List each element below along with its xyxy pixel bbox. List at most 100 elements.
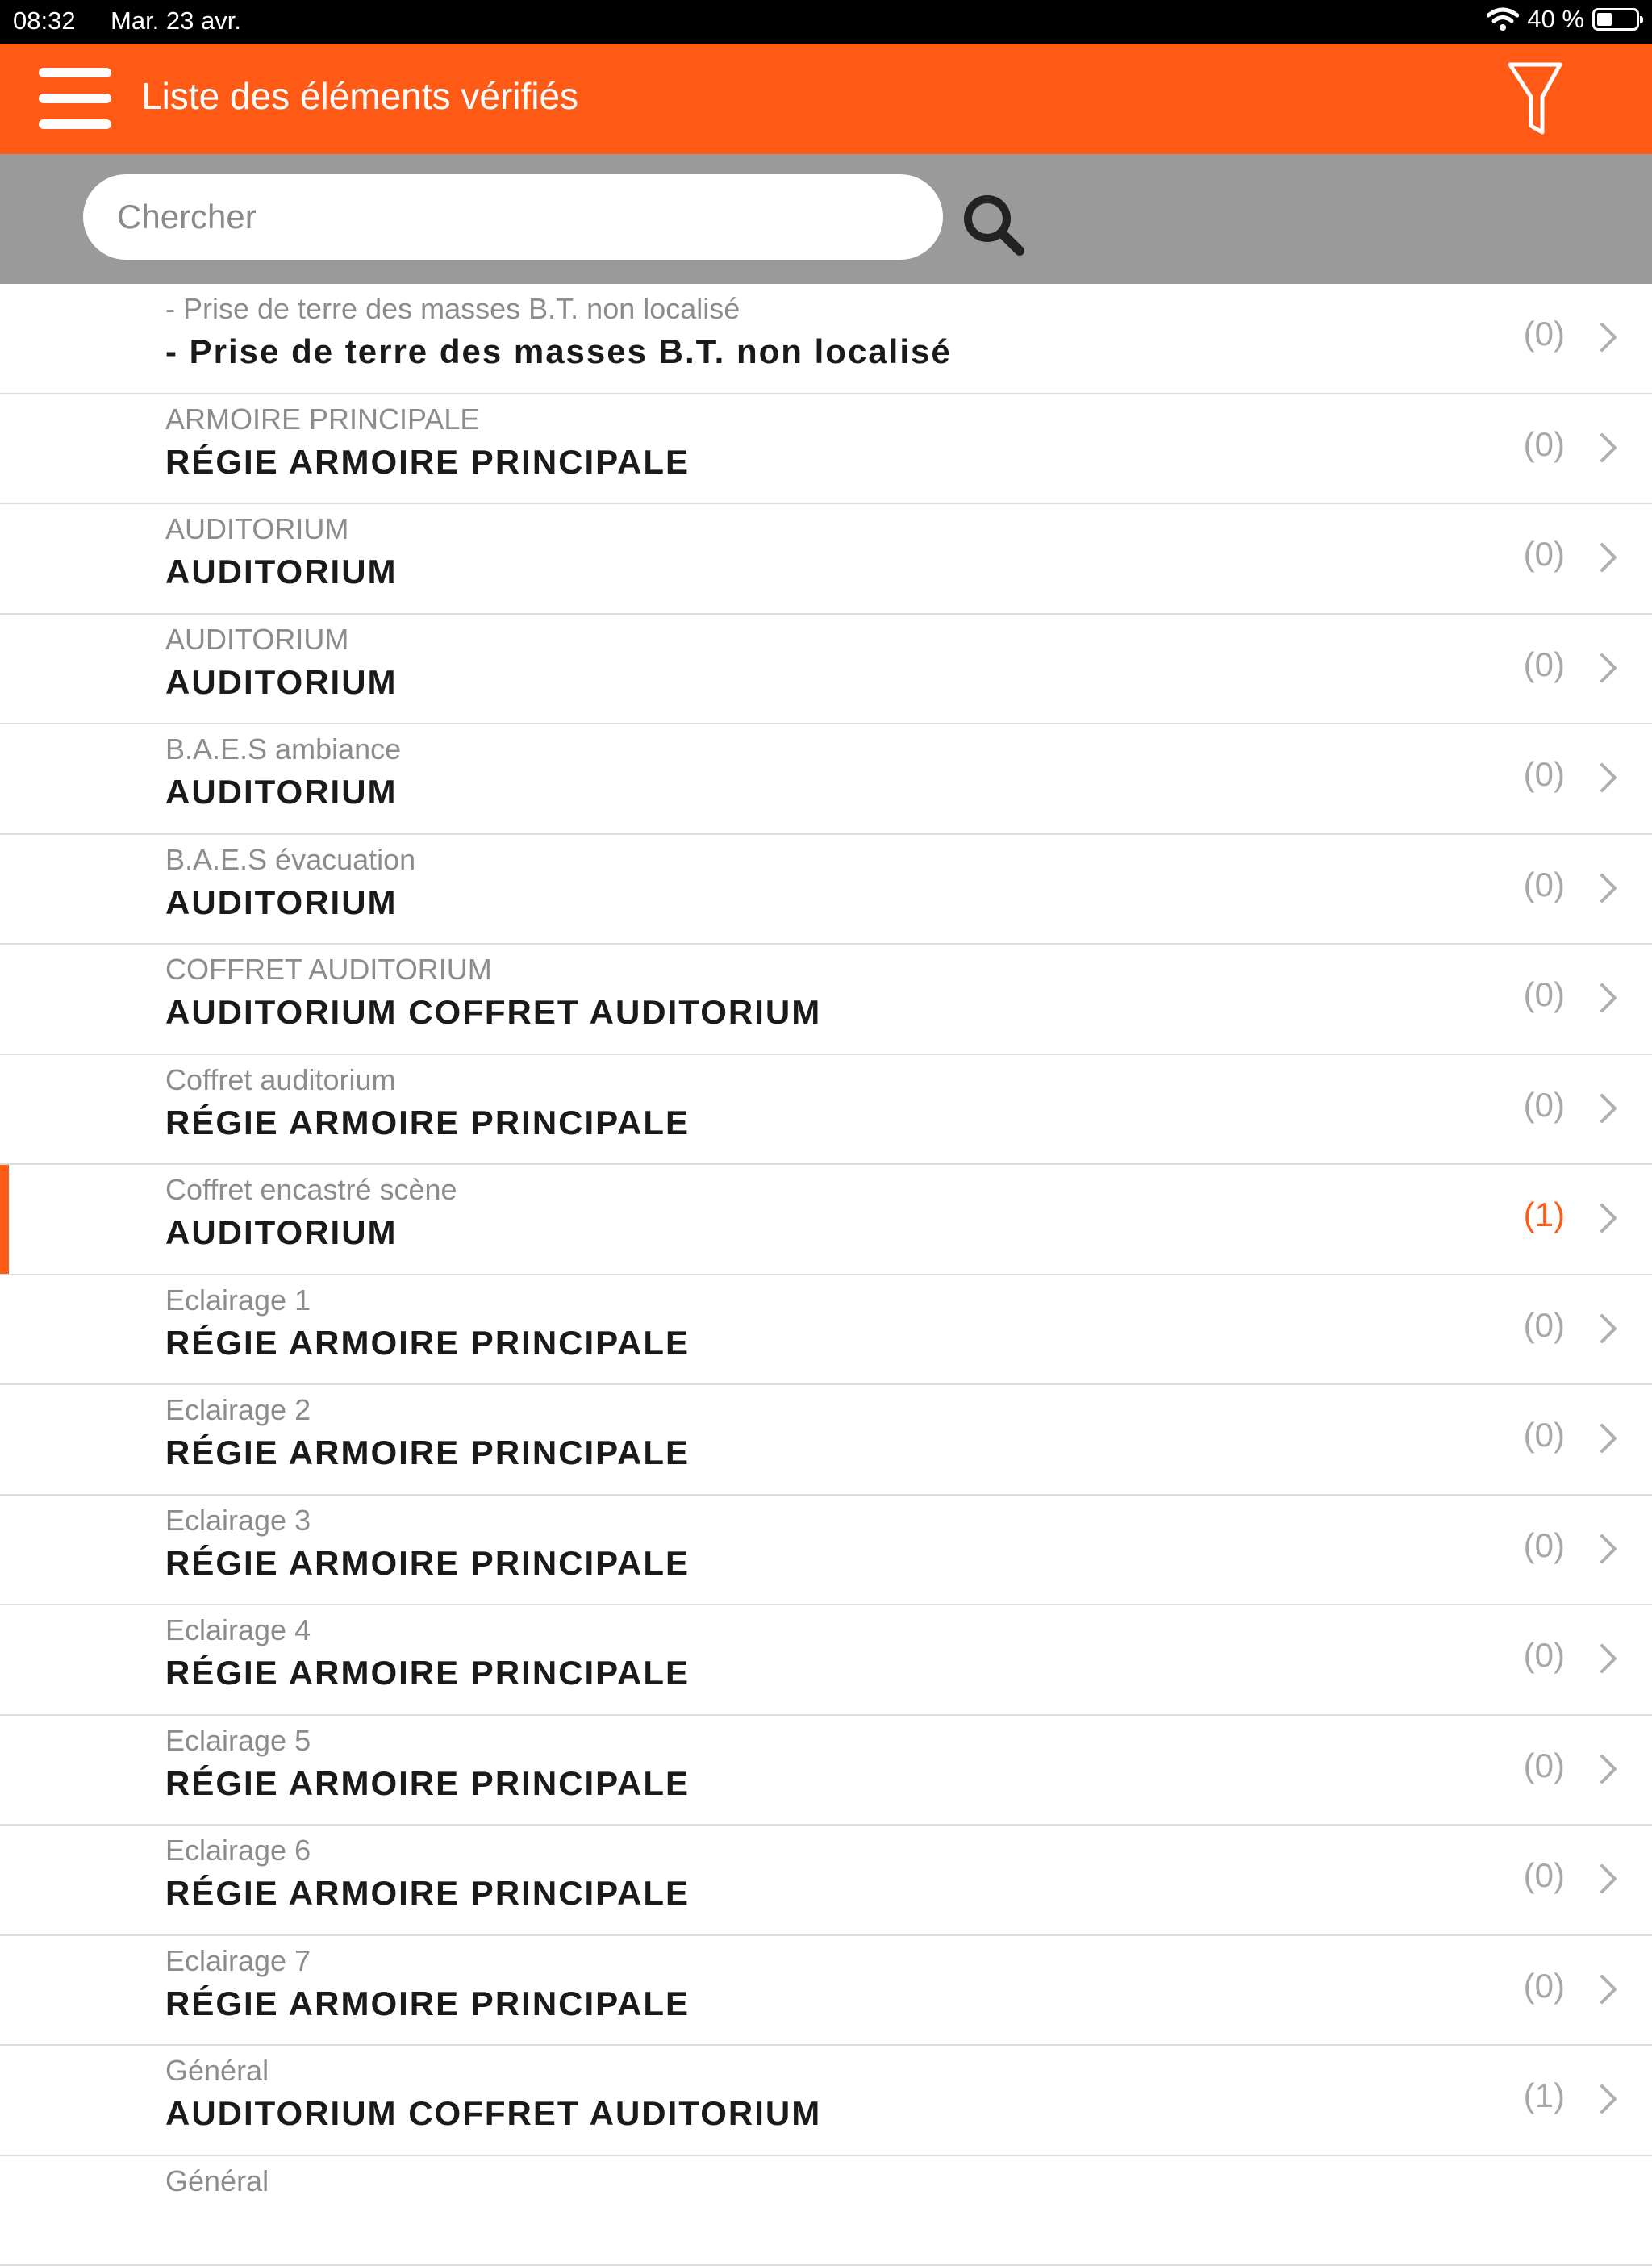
- list-item-title: AUDITORIUM COFFRET AUDITORIUM: [165, 993, 821, 1032]
- list-item-count: (1): [1524, 2076, 1565, 2115]
- list-item[interactable]: AUDITORIUMAUDITORIUM(0): [0, 615, 1652, 725]
- chevron-right-icon: [1597, 430, 1621, 465]
- status-right-group: 40 %: [1487, 5, 1639, 34]
- list-item-title: AUDITORIUM: [165, 1213, 398, 1252]
- list-item-title: RÉGIE ARMOIRE PRINCIPALE: [165, 1433, 690, 1472]
- battery-percent: 40 %: [1527, 5, 1584, 34]
- list-item-count: (0): [1524, 1526, 1565, 1565]
- list-item-count: (0): [1524, 1636, 1565, 1675]
- list-item-subtitle: Eclairage 4: [165, 1613, 311, 1647]
- list-item-subtitle: Eclairage 2: [165, 1393, 311, 1427]
- list-item-count: (0): [1524, 1746, 1565, 1785]
- list-item[interactable]: Général AUDITORIUM COFFRET AUDITORIUM (1): [0, 2046, 1652, 2156]
- search-bar: [0, 154, 1652, 284]
- list-item-title: RÉGIE ARMOIRE PRINCIPALE: [165, 1874, 690, 1913]
- list-item-count: (0): [1524, 1416, 1565, 1454]
- chevron-right-icon: [1597, 1091, 1621, 1126]
- chevron-right-icon: [1597, 2081, 1621, 2117]
- list-item-subtitle: AUDITORIUM: [165, 623, 348, 657]
- list-item-title: AUDITORIUM COFFRET AUDITORIUM: [165, 2094, 821, 2133]
- page-title: Liste des éléments vérifiés: [141, 74, 578, 118]
- status-bar: 08:32 Mar. 23 avr. 40 %: [0, 0, 1652, 44]
- list-item-count: (0): [1524, 1856, 1565, 1895]
- battery-icon: [1592, 8, 1639, 31]
- list-item-count: (0): [1524, 1306, 1565, 1345]
- chevron-right-icon: [1597, 1972, 1621, 2007]
- list-item-count: (0): [1524, 315, 1565, 353]
- list-item-count: (0): [1524, 1967, 1565, 2005]
- list-item[interactable]: ARMOIRE PRINCIPALERÉGIE ARMOIRE PRINCIPA…: [0, 394, 1652, 505]
- list-item-subtitle: Eclairage 3: [165, 1504, 311, 1538]
- status-date: Mar. 23 avr.: [111, 6, 241, 35]
- status-time: 08:32: [13, 6, 76, 35]
- list-item-subtitle: - Prise de terre des masses B.T. non loc…: [165, 292, 740, 326]
- wifi-icon: [1487, 7, 1519, 31]
- list-item[interactable]: - Prise de terre des masses B.T. non loc…: [0, 284, 1652, 394]
- battery-level: [1597, 13, 1612, 26]
- verified-items-list: - Prise de terre des masses B.T. non loc…: [0, 284, 1652, 2266]
- filter-icon[interactable]: [1507, 60, 1563, 140]
- chevron-right-icon: [1597, 319, 1621, 355]
- list-item[interactable]: Eclairage 5 RÉGIE ARMOIRE PRINCIPALE (0): [0, 1716, 1652, 1826]
- list-item-title: - Prise de terre des masses B.T. non loc…: [165, 332, 952, 371]
- chevron-right-icon: [1597, 1200, 1621, 1236]
- chevron-right-icon: [1597, 1531, 1621, 1567]
- search-icon[interactable]: [962, 193, 1028, 259]
- list-item-subtitle: Général: [165, 2164, 269, 2198]
- chevron-right-icon: [1597, 870, 1621, 906]
- list-item[interactable]: Coffret auditorium RÉGIE ARMOIRE PRINCIPA…: [0, 1055, 1652, 1166]
- app-header: Liste des éléments vérifiés: [0, 44, 1652, 154]
- list-item[interactable]: Eclairage 4 RÉGIE ARMOIRE PRINCIPALE (0): [0, 1605, 1652, 1716]
- list-item-title: AUDITORIUM: [165, 553, 398, 591]
- list-item-title: RÉGIE ARMOIRE PRINCIPALE: [165, 443, 690, 482]
- list-item-subtitle: Coffret auditorium: [165, 1063, 395, 1097]
- list-item-title: AUDITORIUM: [165, 883, 398, 922]
- hamburger-menu-icon[interactable]: [39, 68, 111, 129]
- chevron-right-icon: [1597, 1641, 1621, 1676]
- list-item-subtitle: Eclairage 5: [165, 1724, 311, 1758]
- list-item-title: AUDITORIUM: [165, 773, 398, 812]
- chevron-right-icon: [1597, 1861, 1621, 1897]
- list-item-subtitle: Eclairage 1: [165, 1283, 311, 1317]
- list-item-subtitle: B.A.E.S ambiance: [165, 732, 401, 766]
- list-item[interactable]: Général: [0, 2156, 1652, 2266]
- chevron-right-icon: [1597, 1751, 1621, 1787]
- list-item-title: RÉGIE ARMOIRE PRINCIPALE: [165, 1104, 690, 1142]
- list-item-count: (0): [1524, 975, 1565, 1014]
- list-item-title: RÉGIE ARMOIRE PRINCIPALE: [165, 1544, 690, 1583]
- list-item[interactable]: B.A.E.S évacuation AUDITORIUM (0): [0, 835, 1652, 945]
- list-item-title: RÉGIE ARMOIRE PRINCIPALE: [165, 1324, 690, 1363]
- chevron-right-icon: [1597, 760, 1621, 795]
- list-item[interactable]: AUDITORIUM AUDITORIUM (0): [0, 504, 1652, 615]
- list-item-subtitle: Coffret encastré scène: [165, 1173, 457, 1207]
- list-item-title: RÉGIE ARMOIRE PRINCIPALE: [165, 1654, 690, 1692]
- list-item-count: (0): [1524, 866, 1565, 904]
- list-item-subtitle: AUDITORIUM: [165, 512, 348, 546]
- chevron-right-icon: [1597, 540, 1621, 575]
- list-item[interactable]: Eclairage 6 RÉGIE ARMOIRE PRINCIPALE (0): [0, 1826, 1652, 1936]
- list-item-title: AUDITORIUM: [165, 663, 398, 702]
- list-item-count: (0): [1524, 1086, 1565, 1125]
- list-item-count: (0): [1524, 755, 1565, 794]
- list-item-subtitle: Général: [165, 2054, 269, 2088]
- list-item-subtitle: COFFRET AUDITORIUM: [165, 953, 492, 987]
- list-item-count: (0): [1524, 425, 1565, 464]
- list-item[interactable]: Eclairage 3 RÉGIE ARMOIRE PRINCIPALE (0): [0, 1496, 1652, 1606]
- list-item-subtitle: Eclairage 6: [165, 1834, 311, 1867]
- list-item[interactable]: Coffret encastré scène AUDITORIUM (1): [0, 1165, 1652, 1275]
- chevron-right-icon: [1597, 1421, 1621, 1456]
- list-item-count: (1): [1524, 1196, 1565, 1234]
- list-item[interactable]: Eclairage 7 RÉGIE ARMOIRE PRINCIPALE (0): [0, 1936, 1652, 2047]
- chevron-right-icon: [1597, 980, 1621, 1016]
- list-item-title: RÉGIE ARMOIRE PRINCIPALE: [165, 1984, 690, 2023]
- list-item[interactable]: COFFRET AUDITORIUM AUDITORIUM COFFRET AUD…: [0, 945, 1652, 1055]
- chevron-right-icon: [1597, 650, 1621, 686]
- list-item-subtitle: B.A.E.S évacuation: [165, 843, 415, 877]
- list-item-count: (0): [1524, 535, 1565, 574]
- list-item[interactable]: Eclairage 1 RÉGIE ARMOIRE PRINCIPALE (0): [0, 1275, 1652, 1386]
- search-input[interactable]: [83, 174, 943, 260]
- list-item-subtitle: Eclairage 7: [165, 1944, 311, 1978]
- list-item-title: RÉGIE ARMOIRE PRINCIPALE: [165, 1764, 690, 1803]
- list-item[interactable]: B.A.E.S ambiance AUDITORIUM (0): [0, 724, 1652, 835]
- list-item[interactable]: Eclairage 2 RÉGIE ARMOIRE PRINCIPALE (0): [0, 1385, 1652, 1496]
